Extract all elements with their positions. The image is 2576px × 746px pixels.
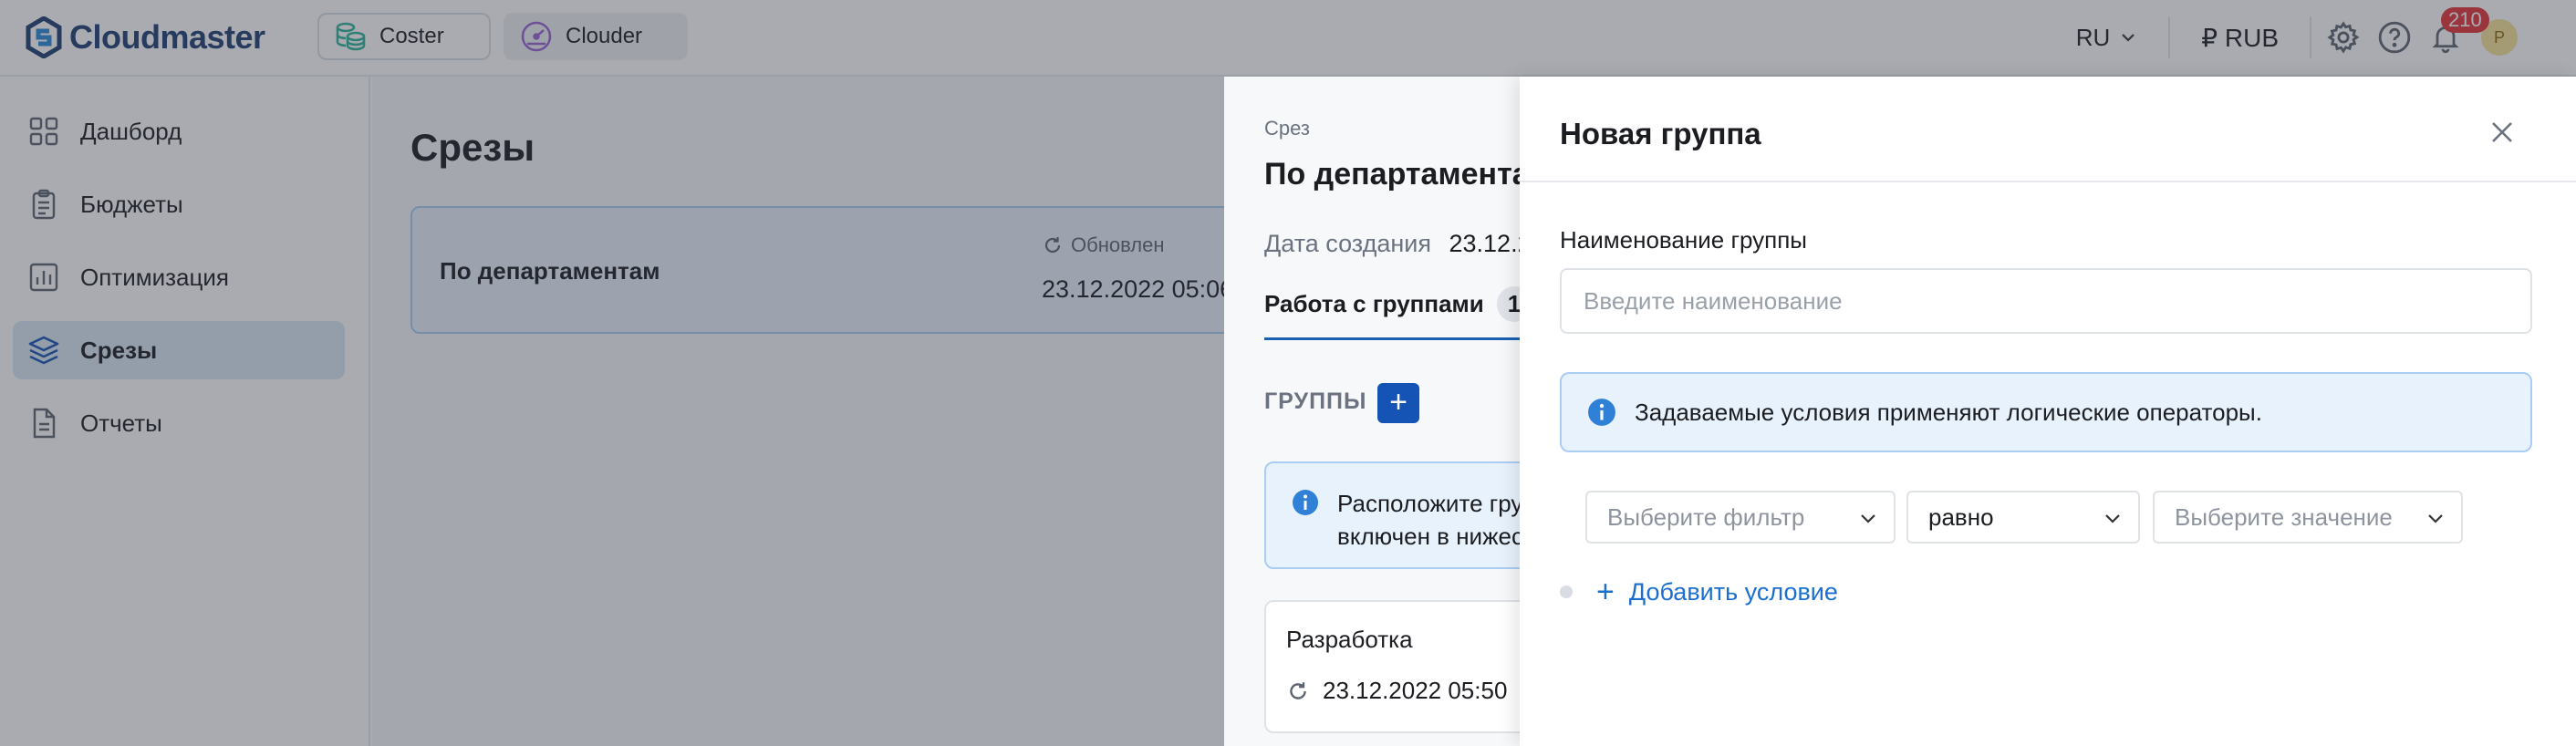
group-date: 23.12.2022 05:50 [1286,677,1507,705]
tab-groups[interactable]: Работа с группами 1 [1264,286,1532,322]
chevron-down-icon [2105,514,2120,523]
add-condition-row: + Добавить условие [1560,576,1838,607]
group-name-label: Наименование группы [1560,226,1807,254]
info-icon [1293,490,1318,515]
operator-select[interactable]: равно [1906,491,2140,544]
created-date-label: Дата создания [1264,230,1431,257]
info-icon [1588,399,1615,426]
add-condition-link[interactable]: Добавить условие [1629,578,1838,606]
value-select[interactable]: Выберите значение [2153,491,2463,544]
plus-icon[interactable]: + [1596,576,1615,607]
panel-kicker: Срез [1264,117,1310,140]
conditions-info-alert: Задаваемые условия применяют логические … [1560,372,2532,452]
add-group-button[interactable]: + [1377,383,1419,423]
refresh-icon [1290,681,1306,699]
group-date-value: 23.12.2022 05:50 [1323,677,1508,704]
drawer-title: Новая группа [1560,117,1761,150]
operator-select-value: равно [1928,503,1994,531]
chevron-down-icon [1861,514,1875,523]
filter-select[interactable]: Выберите фильтр [1585,491,1896,544]
conditions-info-text: Задаваемые условия применяют логические … [1635,398,2262,426]
panel-title: По департаментам [1264,157,1553,192]
group-name: Разработка [1286,626,1413,653]
condition-dot [1560,585,1573,598]
filter-select-placeholder: Выберите фильтр [1607,503,1805,531]
value-select-placeholder: Выберите значение [2175,503,2393,531]
close-icon[interactable] [2487,117,2518,148]
new-group-drawer: Новая группа Наименование группы Задавае… [1520,77,2576,746]
tab-label: Работа с группами [1264,290,1484,317]
drawer-divider [1520,181,2576,182]
group-name-input[interactable] [1560,268,2532,334]
groups-heading: ГРУППЫ [1264,389,1367,414]
chevron-down-icon [2428,514,2443,523]
